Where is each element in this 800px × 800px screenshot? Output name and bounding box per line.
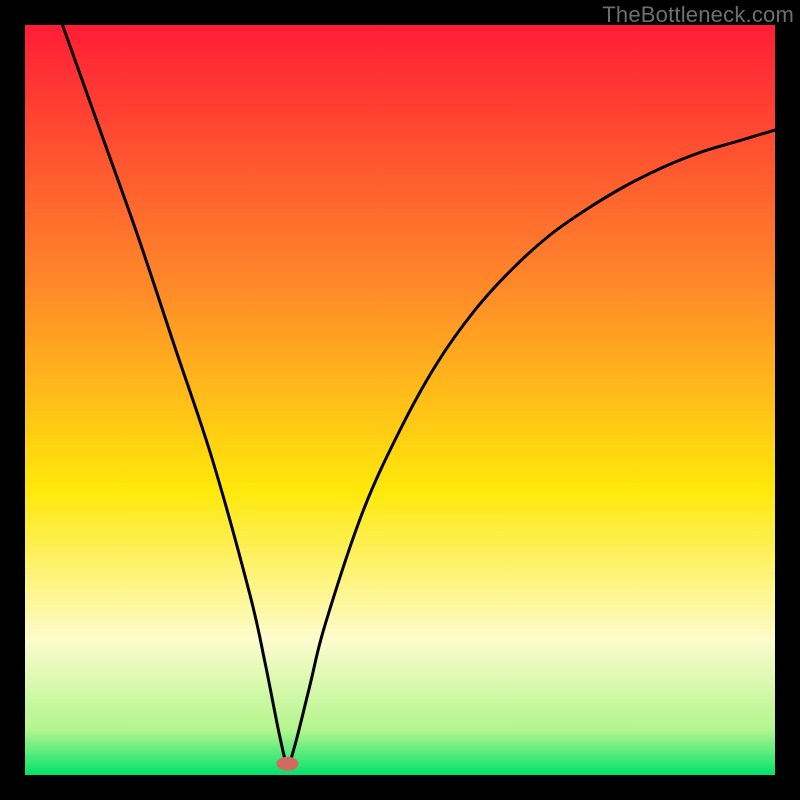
plot-area (25, 25, 775, 775)
chart-svg (25, 25, 775, 775)
chart-frame: TheBottleneck.com (0, 0, 800, 800)
optimum-marker (277, 757, 299, 771)
gradient-background (25, 25, 775, 775)
